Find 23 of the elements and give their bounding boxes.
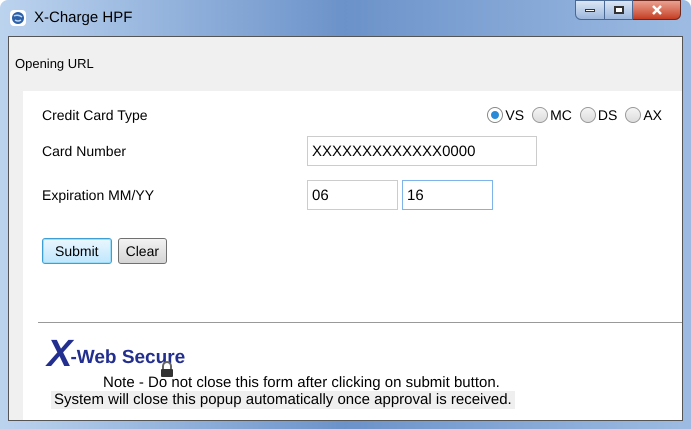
approval-message: System will close this popup automatically once approval is received. — [51, 391, 515, 409]
clear-button[interactable]: Clear — [118, 238, 168, 264]
minimize-button[interactable] — [575, 0, 605, 20]
card-type-radio[interactable]: VS — [487, 104, 524, 126]
close-icon — [650, 5, 662, 15]
logo-text: -Web Secure — [70, 347, 186, 369]
close-button[interactable] — [633, 0, 681, 20]
card-number-field[interactable]: XXXXXXXXXXXXX0000 — [307, 136, 537, 166]
globe-icon — [10, 10, 26, 26]
card-type-radio[interactable]: DS — [580, 104, 618, 126]
window-title: X-Charge HPF — [34, 8, 132, 28]
year-field[interactable]: 16 — [402, 180, 493, 210]
status-text: Opening URL — [15, 55, 94, 74]
note-text: Note - Do not close this form after clicking on submit button. — [102, 374, 501, 391]
card-type-radio[interactable]: AX — [625, 104, 662, 126]
card-type-label: Credit Card Type — [42, 106, 149, 125]
maximize-button[interactable] — [605, 0, 633, 20]
logo-mark: X — [47, 339, 70, 369]
month-field[interactable]: 06 — [307, 180, 398, 210]
submit-button[interactable]: Submit — [42, 238, 112, 264]
expiration-label: Expiration MM/YY — [42, 186, 156, 205]
card-number-label: Card Number — [42, 142, 128, 160]
card-type-radio[interactable]: MC — [532, 104, 572, 126]
